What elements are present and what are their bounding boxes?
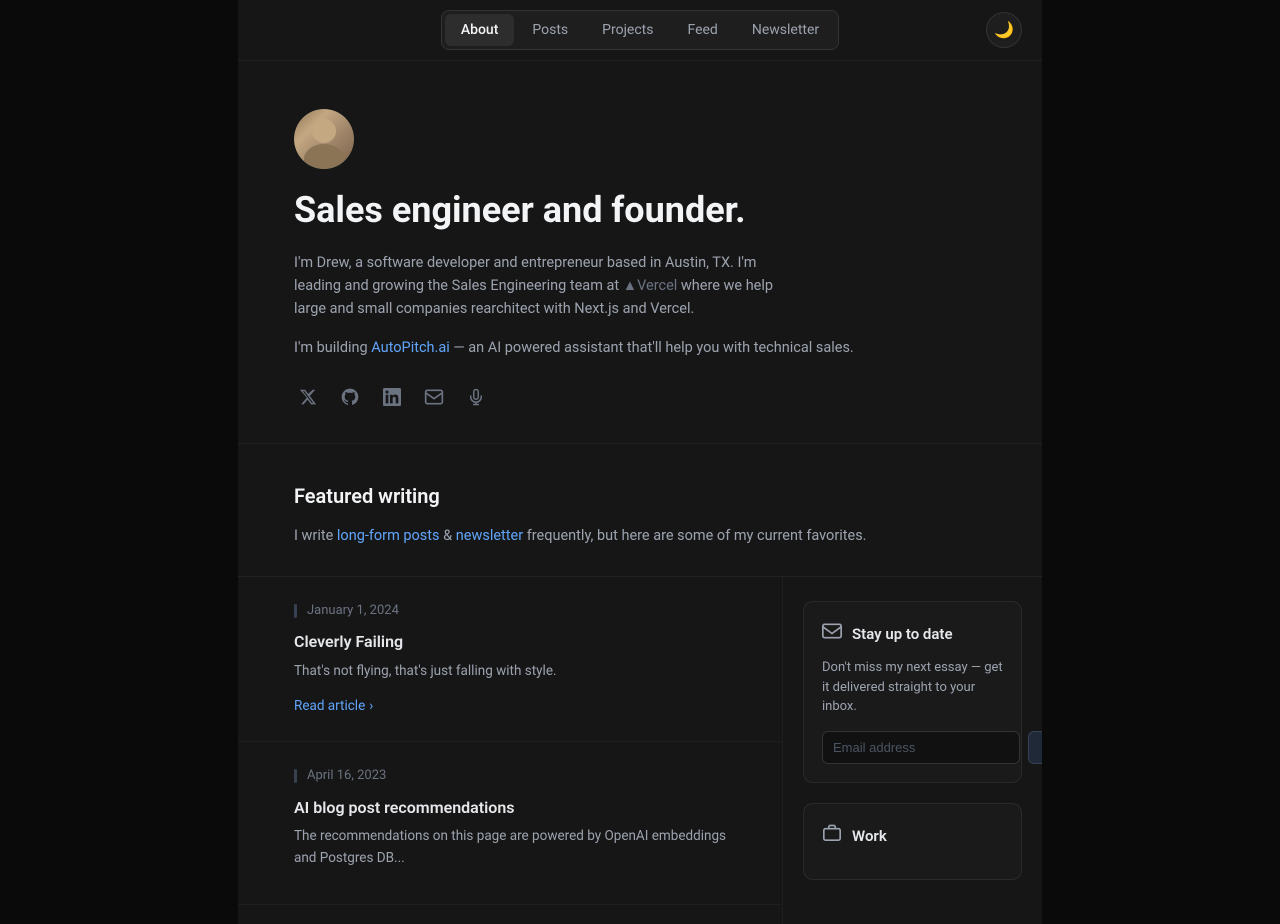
lower-content: January 1, 2024 Cleverly Failing That's … — [238, 577, 1042, 924]
hero-building-text: I'm building AutoPitch.ai — an AI powere… — [294, 336, 986, 359]
hero-section: Sales engineer and founder. I'm Drew, a … — [238, 61, 1042, 443]
article-date-bar — [294, 604, 297, 618]
linkedin-icon[interactable] — [378, 383, 406, 411]
article-date-bar — [294, 769, 297, 783]
featured-description: I write long-form posts & newsletter fre… — [294, 524, 986, 547]
read-article-link[interactable]: Read article › — [294, 696, 373, 718]
work-card-header: Work — [822, 822, 1003, 851]
right-panel: Stay up to date Don't miss my next essay… — [782, 577, 1042, 924]
newsletter-panel-icon — [822, 620, 842, 649]
social-links — [294, 383, 986, 411]
newsletter-link[interactable]: newsletter — [456, 527, 523, 544]
podcast-icon[interactable] — [462, 383, 490, 411]
theme-toggle-button[interactable]: 🌙 — [986, 12, 1022, 48]
newsletter-card-header: Stay up to date — [822, 620, 1003, 649]
read-article-label: Read article — [294, 696, 365, 718]
autopitch-link[interactable]: AutoPitch.ai — [371, 339, 449, 356]
work-panel-icon — [822, 822, 842, 851]
work-panel-title: Work — [852, 824, 887, 848]
work-card: Work — [803, 803, 1022, 880]
article-date-wrapper: April 16, 2023 — [294, 766, 726, 787]
article-item: January 1, 2024 Cleverly Failing That's … — [238, 577, 782, 743]
email-form: Join — [822, 731, 1003, 764]
avatar — [294, 109, 354, 169]
email-icon[interactable] — [420, 383, 448, 411]
article-date-text: January 1, 2024 — [307, 601, 399, 622]
main-content: About Posts Projects Feed Newsletter 🌙 S… — [238, 0, 1042, 924]
navigation: About Posts Projects Feed Newsletter 🌙 — [238, 0, 1042, 61]
newsletter-panel-title: Stay up to date — [852, 622, 953, 646]
articles-list: January 1, 2024 Cleverly Failing That's … — [238, 577, 782, 924]
featured-section: Featured writing I write long-form posts… — [238, 444, 1042, 575]
building-suffix: — an AI powered assistant that'll help y… — [450, 339, 854, 356]
article-date-wrapper: January 1, 2024 — [294, 601, 726, 622]
hero-bio: I'm Drew, a software developer and entre… — [294, 251, 794, 321]
nav-links-group: About Posts Projects Feed Newsletter — [441, 10, 839, 50]
avatar-image — [294, 109, 354, 169]
nav-link-projects[interactable]: Projects — [586, 14, 669, 46]
twitter-icon[interactable] — [294, 383, 322, 411]
right-sidebar — [1042, 0, 1280, 924]
featured-title: Featured writing — [294, 480, 986, 512]
github-icon[interactable] — [336, 383, 364, 411]
nav-link-feed[interactable]: Feed — [671, 14, 733, 46]
left-sidebar — [0, 0, 238, 924]
article-title: Cleverly Failing — [294, 629, 726, 655]
read-article-arrow: › — [369, 696, 373, 718]
long-form-posts-link[interactable]: long-form posts — [337, 527, 440, 544]
vercel-link[interactable]: ▲Vercel — [623, 277, 678, 294]
featured-desc-suffix: frequently, but here are some of my curr… — [523, 527, 866, 544]
featured-desc-prefix: I write — [294, 527, 337, 544]
building-prefix: I'm building — [294, 339, 371, 356]
article-date-text: April 16, 2023 — [307, 766, 386, 787]
article-title: AI blog post recommendations — [294, 795, 726, 821]
article-excerpt: The recommendations on this page are pow… — [294, 826, 726, 869]
nav-link-newsletter[interactable]: Newsletter — [736, 14, 835, 46]
newsletter-panel-desc: Don't miss my next essay — get it delive… — [822, 658, 1003, 717]
article-item: April 16, 2023 AI blog post recommendati… — [238, 742, 782, 905]
newsletter-card: Stay up to date Don't miss my next essay… — [803, 601, 1022, 783]
nav-link-about[interactable]: About — [445, 14, 515, 46]
email-input[interactable] — [822, 731, 1020, 764]
hero-title: Sales engineer and founder. — [294, 189, 986, 232]
featured-desc-connector: & — [440, 527, 456, 544]
theme-icon: 🌙 — [994, 20, 1014, 40]
article-excerpt: That's not flying, that's just falling w… — [294, 661, 726, 683]
nav-link-posts[interactable]: Posts — [516, 14, 584, 46]
